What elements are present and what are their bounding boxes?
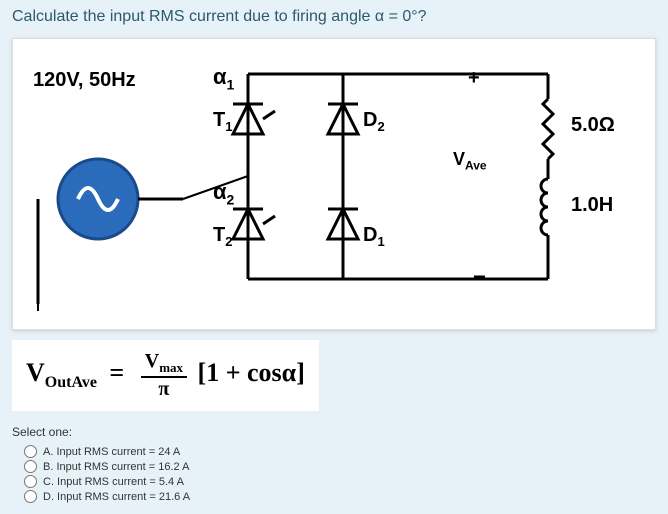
option-a-label: A. Input RMS current = 24 A — [43, 446, 180, 458]
option-d-radio[interactable] — [24, 490, 37, 503]
d1-label: D1 — [363, 224, 385, 249]
option-b-label: B. Input RMS current = 16.2 A — [43, 461, 189, 473]
select-prompt: Select one: — [12, 425, 656, 439]
d2-label: D2 — [363, 109, 385, 134]
resistor-label: 5.0Ω — [571, 114, 615, 137]
alpha1-label: α1 — [213, 64, 234, 92]
vave-label: VAve — [453, 149, 487, 173]
minus-label: − — [473, 264, 486, 290]
plus-label: + — [468, 67, 480, 90]
question-text: Calculate the input RMS current due to f… — [12, 8, 656, 26]
option-a-radio[interactable] — [24, 445, 37, 458]
option-b-radio[interactable] — [24, 460, 37, 473]
option-c[interactable]: C. Input RMS current = 5.4 A — [24, 475, 656, 488]
t2-label: T2 — [213, 224, 232, 249]
option-c-radio[interactable] — [24, 475, 37, 488]
inductor-label: 1.0H — [571, 194, 613, 217]
option-d-label: D. Input RMS current = 21.6 A — [43, 491, 190, 503]
option-a[interactable]: A. Input RMS current = 24 A — [24, 445, 656, 458]
option-b[interactable]: B. Input RMS current = 16.2 A — [24, 460, 656, 473]
alpha2-label: α2 — [213, 179, 234, 207]
option-d[interactable]: D. Input RMS current = 21.6 A — [24, 490, 656, 503]
circuit-diagram: 120V, 50Hz α1 T1 D2 α2 T2 D1 + − VAve 5.… — [23, 49, 633, 319]
circuit-panel: 120V, 50Hz α1 T1 D2 α2 T2 D1 + − VAve 5.… — [12, 38, 656, 330]
option-c-label: C. Input RMS current = 5.4 A — [43, 476, 184, 488]
equation-block: VOutAve = Vmax π [1 + cosα] — [12, 340, 319, 411]
answers-block: Select one: A. Input RMS current = 24 A … — [12, 425, 656, 503]
source-label: 120V, 50Hz — [33, 69, 136, 92]
t1-label: T1 — [213, 109, 232, 134]
